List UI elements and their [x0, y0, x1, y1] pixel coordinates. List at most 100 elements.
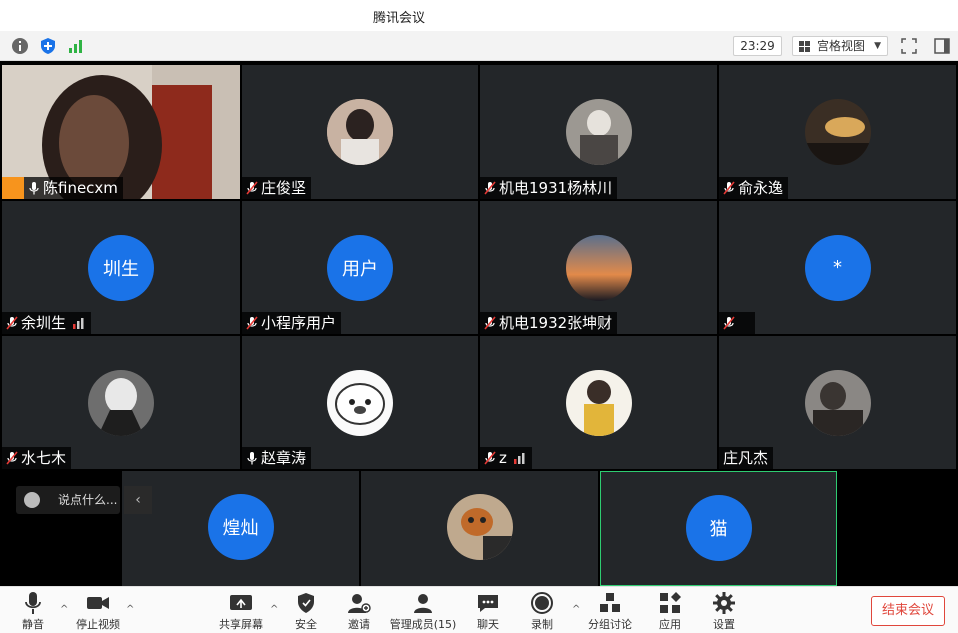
participant-tile[interactable]	[361, 471, 598, 586]
avatar	[804, 99, 871, 165]
manage-members-button[interactable]: 管理成员(15)	[388, 591, 458, 633]
participant-tile[interactable]: 陈finecxm	[2, 65, 240, 199]
participant-name-bar: 机电1931杨林川	[480, 177, 618, 199]
bottom-toolbar: 静音 ^ 停止视频 ^ 共享屏幕 ^ 安全 邀请 管理成员(15) 聊天 录制 …	[0, 586, 958, 633]
participant-tile[interactable]: 水七木	[2, 336, 240, 469]
caret-up-icon[interactable]: ^	[572, 604, 580, 615]
participant-name: 水七木	[21, 449, 67, 467]
breakout-button[interactable]: 分组讨论	[586, 591, 634, 633]
apps-label: 应用	[659, 618, 681, 631]
chat-button[interactable]: 聊天	[470, 591, 506, 633]
participant-name-bar: 余圳生	[2, 312, 92, 334]
share-screen-button[interactable]: 共享屏幕	[216, 591, 266, 633]
participant-tile[interactable]: 庄俊坚	[242, 65, 478, 199]
invite-button[interactable]: 邀请	[341, 591, 377, 633]
mic-icon	[247, 452, 257, 465]
participant-name: 余圳生	[21, 314, 67, 332]
stop-video-button[interactable]: 停止视频	[72, 591, 124, 633]
mic-icon	[29, 182, 39, 195]
avatar	[327, 369, 393, 436]
stop-video-label: 停止视频	[76, 618, 120, 631]
mic-muted-icon	[484, 181, 496, 195]
gear-icon	[713, 592, 735, 614]
avatar	[804, 369, 871, 436]
security-label: 安全	[295, 618, 317, 631]
participant-tile[interactable]: 庄凡杰	[719, 336, 956, 469]
chat-input[interactable]: 说点什么...	[16, 486, 120, 514]
mic-muted-icon	[723, 316, 735, 330]
title-bar: 腾讯会议	[0, 0, 958, 31]
avatar	[327, 99, 393, 165]
participant-tile[interactable]: 机电1931杨林川	[480, 65, 717, 199]
end-meeting-button[interactable]: 结束会议	[871, 596, 945, 626]
avatar	[565, 99, 632, 165]
participant-tile[interactable]: *	[719, 201, 956, 334]
participant-name: 小程序用户	[261, 314, 337, 332]
breakout-label: 分组讨论	[588, 618, 632, 631]
participant-name: z	[499, 449, 507, 467]
participant-name-bar: 陈finecxm	[2, 177, 123, 199]
participant-name-bar: 庄凡杰	[719, 447, 774, 469]
collapse-chat-button[interactable]: ‹	[124, 486, 152, 514]
participant-tile[interactable]: 机电1932张坤财	[480, 201, 717, 334]
record-label: 录制	[531, 618, 553, 631]
caret-up-icon[interactable]: ^	[270, 604, 278, 615]
settings-button[interactable]: 设置	[706, 591, 742, 633]
mic-muted-icon	[484, 451, 496, 465]
participant-tile-active-speaker[interactable]: 猫	[600, 471, 837, 586]
participant-name-bar: 机电1932张坤财	[480, 312, 618, 334]
mic-muted-icon	[246, 316, 258, 330]
avatar: *	[804, 234, 871, 301]
breakout-icon	[600, 593, 620, 612]
host-icon	[2, 177, 24, 199]
view-mode-dropdown[interactable]: 宫格视图 ▼	[792, 36, 888, 56]
participant-tile[interactable]: 圳生 余圳生	[2, 201, 240, 334]
participant-tile[interactable]: 赵章涛	[242, 336, 478, 469]
apps-icon	[660, 592, 681, 613]
shield-icon[interactable]	[39, 37, 57, 55]
chat-overlay: 说点什么... ‹	[0, 470, 152, 586]
chat-label: 聊天	[477, 618, 499, 631]
participant-tile[interactable]: 俞永逸	[719, 65, 956, 199]
apps-button[interactable]: 应用	[652, 591, 688, 633]
participant-name: 庄凡杰	[723, 449, 769, 467]
record-button[interactable]: 录制	[524, 591, 560, 633]
avatar: 猫	[685, 495, 752, 561]
participant-name-bar: 水七木	[2, 447, 72, 469]
sidebar-icon[interactable]	[933, 37, 951, 55]
signal-icon	[73, 318, 84, 329]
window-title: 腾讯会议	[373, 11, 426, 26]
participant-tile[interactable]: 用户 小程序用户	[242, 201, 478, 334]
participant-name-bar: 庄俊坚	[242, 177, 312, 199]
avatar: 用户	[327, 234, 393, 301]
view-mode-label: 宫格视图	[817, 39, 866, 53]
mic-muted-icon	[6, 451, 18, 465]
caret-up-icon[interactable]: ^	[60, 604, 68, 615]
caret-up-icon[interactable]: ^	[126, 604, 134, 615]
security-button[interactable]: 安全	[288, 591, 324, 633]
signal-icon[interactable]	[67, 37, 85, 55]
manage-members-label: 管理成员(15)	[389, 618, 457, 631]
participant-name-bar: 赵章涛	[242, 447, 312, 469]
participant-name: 赵章涛	[261, 449, 307, 467]
record-icon	[531, 592, 553, 614]
participant-tile[interactable]: z	[480, 336, 717, 469]
participant-tile[interactable]: 煌灿	[122, 471, 359, 586]
mute-button[interactable]: 静音	[14, 591, 52, 633]
emoji-icon[interactable]	[24, 492, 40, 508]
share-screen-label: 共享屏幕	[219, 618, 263, 631]
avatar	[88, 369, 154, 436]
share-screen-icon	[230, 595, 252, 610]
info-icon[interactable]	[11, 37, 29, 55]
chat-placeholder: 说点什么...	[58, 493, 118, 507]
participant-name-bar: z	[480, 447, 532, 469]
caret-down-icon: ▼	[874, 41, 881, 51]
shield-icon	[298, 593, 314, 613]
avatar	[565, 234, 632, 301]
avatar: 圳生	[88, 234, 154, 301]
meeting-timer: 23:29	[733, 36, 782, 56]
fullscreen-icon[interactable]	[900, 37, 918, 55]
invite-icon	[348, 594, 371, 613]
avatar	[565, 369, 632, 436]
participant-name-bar	[719, 312, 755, 334]
